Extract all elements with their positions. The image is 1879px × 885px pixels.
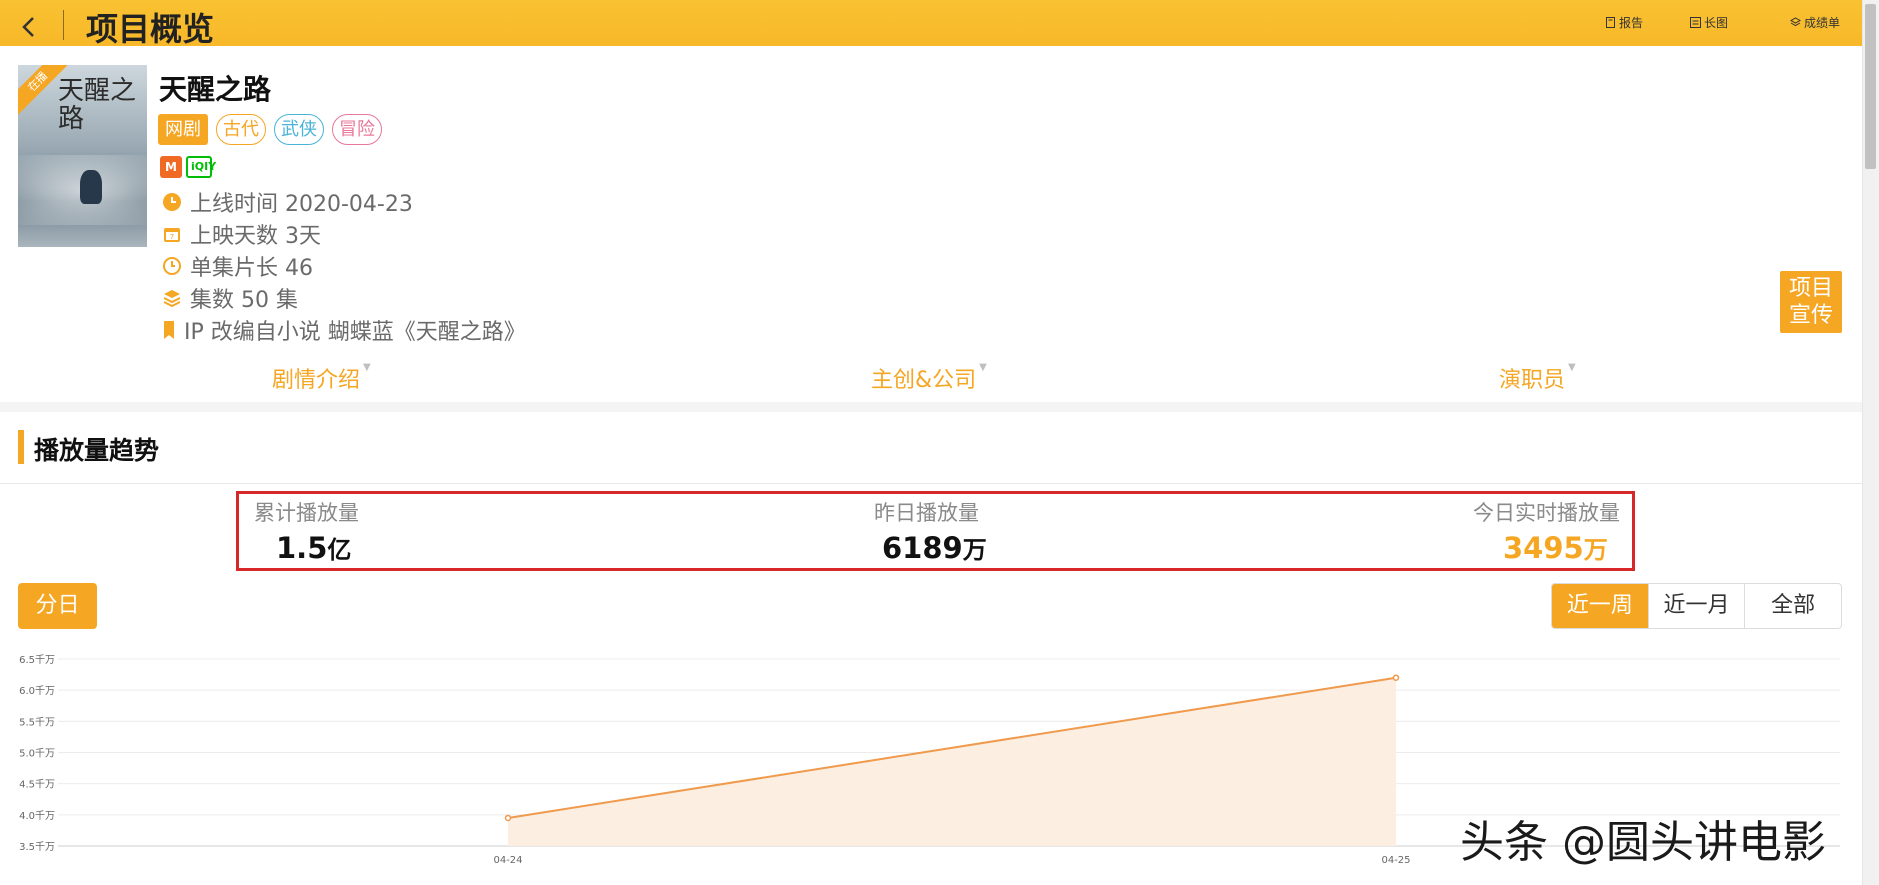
realtime-plays-unit: 万 <box>1583 536 1608 564</box>
scrollbar-thumb[interactable] <box>1865 4 1876 169</box>
page-title: 项目概览 <box>86 10 215 48</box>
tag-wuxia: 武侠 <box>274 114 324 145</box>
total-plays-label: 累计播放量 <box>254 501 359 525</box>
daily-button[interactable]: 分日 <box>18 583 97 629</box>
tag-ancient: 古代 <box>216 114 266 145</box>
mango-tv-icon: M <box>160 156 182 178</box>
scorecard-label: 成绩单 <box>1804 16 1841 30</box>
caret-down-icon: ▼ <box>363 362 371 373</box>
scorecard-button[interactable]: 成绩单 <box>1790 14 1840 31</box>
poster-figure <box>80 170 102 204</box>
back-button[interactable] <box>18 14 48 42</box>
total-plays-value: 1.5亿 <box>276 530 351 565</box>
tab-creators-label: 主创&公司 <box>871 368 977 393</box>
y-tick-label: 6.0千万 <box>19 685 55 697</box>
caret-down-icon: ▼ <box>1568 362 1576 373</box>
episode-count: 集数 50 集 <box>162 282 298 314</box>
range-week-button[interactable]: 近一周 <box>1552 584 1648 628</box>
chevron-left-icon <box>22 17 34 37</box>
section-accent-bar <box>18 430 24 464</box>
long-image-icon <box>1690 17 1701 28</box>
y-tick-label: 6.5千万 <box>19 654 55 666</box>
series-area <box>508 677 1396 846</box>
yesterday-plays-number: 6189 <box>882 531 963 565</box>
release-date: 上线时间 2020-04-23 <box>162 186 413 218</box>
long-image-button[interactable]: 长图 <box>1690 14 1728 31</box>
poster-image: 天醒之路 在播 <box>18 65 147 247</box>
bookmark-icon <box>164 321 174 339</box>
poster-calligraphy: 天醒之路 <box>58 76 137 134</box>
tab-creators[interactable]: 主创&公司▼ <box>871 362 987 394</box>
ip-source: IP 改编自小说 蝴蝶蓝《天醒之路》 <box>162 314 526 346</box>
data-point <box>504 814 512 822</box>
tab-cast[interactable]: 演职员▼ <box>1499 362 1576 394</box>
promo-line2: 宣传 <box>1788 303 1833 328</box>
yesterday-plays-value: 6189万 <box>882 530 987 565</box>
range-month-button[interactable]: 近一月 <box>1647 584 1745 628</box>
promo-line1: 项目 <box>1788 276 1833 301</box>
realtime-plays-label: 今日实时播放量 <box>1473 501 1620 525</box>
show-title: 天醒之路 <box>159 73 272 106</box>
yesterday-plays-unit: 万 <box>962 536 987 564</box>
yesterday-plays-label: 昨日播放量 <box>874 501 979 525</box>
range-all-button[interactable]: 全部 <box>1744 584 1841 628</box>
iqiyi-icon: iQIY <box>186 156 216 178</box>
days-released-text: 上映天数 3天 <box>190 224 321 249</box>
x-tick-label: 04-25 <box>1381 855 1410 866</box>
section-underline <box>0 483 1862 484</box>
calendar-icon: 7 <box>164 228 180 242</box>
realtime-plays-value: 3495万 <box>1503 530 1608 565</box>
section-divider <box>0 402 1862 412</box>
header-divider <box>63 10 64 40</box>
top-bar: 项目概览 报告 长图 成绩单 <box>0 0 1862 48</box>
project-promo-button[interactable]: 项目 宣传 <box>1780 271 1842 333</box>
days-released: 7 上映天数 3天 <box>162 218 321 250</box>
y-tick-label: 5.0千万 <box>19 748 55 760</box>
report-button[interactable]: 报告 <box>1605 14 1643 31</box>
report-label: 报告 <box>1619 16 1644 30</box>
ip-source-text: IP 改编自小说 蝴蝶蓝《天醒之路》 <box>184 320 526 345</box>
stack-icon <box>163 290 181 308</box>
realtime-plays-number: 3495 <box>1503 531 1584 565</box>
y-tick-label: 4.5千万 <box>19 779 55 791</box>
range-selector: 近一周 近一月 全部 <box>1551 583 1842 629</box>
episode-length-text: 单集片长 46 <box>190 256 313 281</box>
y-tick-label: 4.0千万 <box>19 810 55 822</box>
svg-text:7: 7 <box>170 233 174 241</box>
tab-synopsis[interactable]: 剧情介绍▼ <box>272 362 371 394</box>
layers-icon <box>1790 17 1801 27</box>
tag-adventure: 冒险 <box>332 114 382 145</box>
episode-count-text: 集数 50 集 <box>190 288 298 313</box>
release-date-text: 上线时间 2020-04-23 <box>190 192 413 217</box>
data-point <box>1392 674 1400 681</box>
tag-web-drama: 网剧 <box>158 114 208 145</box>
tab-cast-label: 演职员 <box>1499 368 1566 393</box>
report-icon <box>1606 17 1615 28</box>
y-tick-label: 3.5千万 <box>19 841 55 853</box>
x-tick-label: 04-24 <box>493 855 522 866</box>
tag-list: 网剧 古代 武侠 冒险 <box>158 114 382 145</box>
total-plays-number: 1.5 <box>276 531 328 565</box>
clock-icon <box>163 193 181 211</box>
y-tick-label: 5.5千万 <box>19 716 55 728</box>
platform-list: M iQIY <box>160 156 216 178</box>
tab-synopsis-label: 剧情介绍 <box>272 368 361 393</box>
section-title: 播放量趋势 <box>34 436 160 465</box>
episode-length: 单集片长 46 <box>162 250 313 282</box>
watermark: 头条 @圆头讲电影 <box>1460 817 1826 868</box>
timer-icon <box>163 257 181 275</box>
caret-down-icon: ▼ <box>979 362 987 373</box>
total-plays-unit: 亿 <box>327 536 352 564</box>
long-image-label: 长图 <box>1704 16 1729 30</box>
